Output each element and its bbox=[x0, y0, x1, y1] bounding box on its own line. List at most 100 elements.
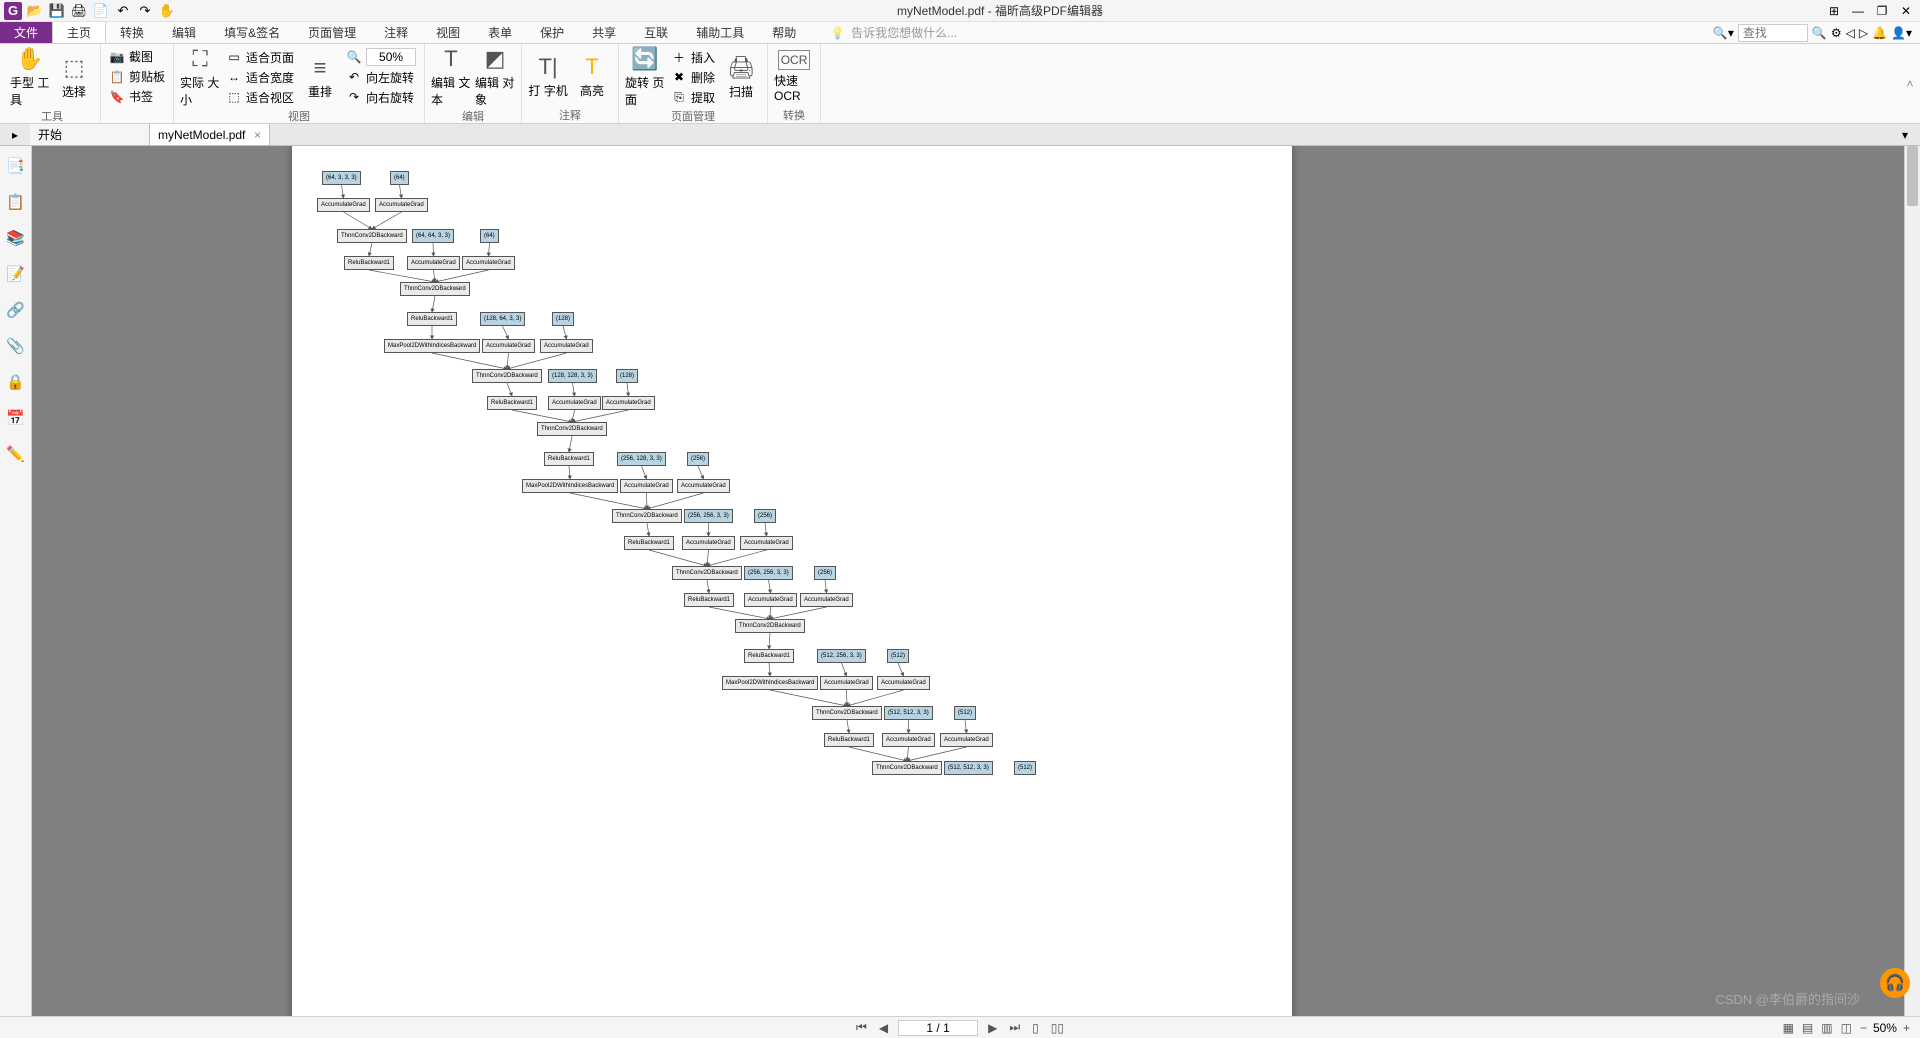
last-page-button[interactable]: ⏭ bbox=[1007, 1020, 1022, 1035]
print-button[interactable]: 🖨 bbox=[70, 2, 88, 20]
pages-panel-icon[interactable]: 📑 bbox=[4, 154, 28, 178]
tab-help[interactable]: 帮助 bbox=[758, 22, 810, 43]
bookmarks-panel-icon[interactable]: 📋 bbox=[4, 190, 28, 214]
op-node: AccumulateGrad bbox=[677, 479, 730, 493]
close-tab-icon[interactable]: × bbox=[254, 128, 261, 142]
reflow-button[interactable]: ≡重排 bbox=[300, 46, 340, 108]
fit-page-button[interactable]: ▭适合页面 bbox=[224, 47, 296, 67]
fit-visible-button[interactable]: ⬚适合视区 bbox=[224, 87, 296, 107]
vertical-scrollbar[interactable] bbox=[1904, 146, 1920, 1016]
collapse-ribbon-button[interactable]: ˄ bbox=[1900, 44, 1920, 123]
scrollbar-thumb[interactable] bbox=[1907, 146, 1918, 206]
view-mode-4-icon[interactable]: ◫ bbox=[1839, 1021, 1854, 1035]
sidepanel-toggle[interactable]: ▸ bbox=[0, 124, 30, 145]
ocr-button[interactable]: OCR快速 OCR bbox=[774, 46, 814, 107]
first-page-button[interactable]: ⏮ bbox=[854, 1020, 869, 1035]
view-mode-3-icon[interactable]: ▥ bbox=[1819, 1021, 1834, 1035]
redo-button[interactable]: ↷ bbox=[136, 2, 154, 20]
security-panel-icon[interactable]: 🔒 bbox=[4, 370, 28, 394]
tell-me-box[interactable]: 告诉我您想做什么... bbox=[810, 22, 1713, 43]
search-mode-icon[interactable]: 🔍▾ bbox=[1713, 26, 1734, 40]
tab-start[interactable]: 开始 bbox=[30, 124, 150, 145]
search-go-icon[interactable]: 🔍 bbox=[1812, 26, 1827, 40]
edit-object-button[interactable]: ◩编辑 对象 bbox=[475, 46, 515, 108]
settings-icon[interactable]: ⚙ bbox=[1831, 26, 1842, 40]
single-page-icon[interactable]: ▯ bbox=[1030, 1021, 1041, 1035]
hand-tool-button[interactable]: ✋手型 工具 bbox=[10, 46, 50, 108]
op-node: ReluBackward1 bbox=[544, 452, 594, 466]
tab-form[interactable]: 表单 bbox=[474, 22, 526, 43]
tab-protect[interactable]: 保护 bbox=[526, 22, 578, 43]
fields-panel-icon[interactable]: 📅 bbox=[4, 406, 28, 430]
delete-page-button[interactable]: ✖删除 bbox=[669, 67, 717, 87]
rotate-right-button[interactable]: ↷向右旋转 bbox=[344, 87, 418, 107]
user-icon[interactable]: 👤▾ bbox=[1891, 26, 1912, 40]
tab-edit[interactable]: 编辑 bbox=[158, 22, 210, 43]
tensor-node: (128) bbox=[616, 369, 638, 383]
view-mode-2-icon[interactable]: ▤ bbox=[1800, 1021, 1815, 1035]
scan-button[interactable]: 🖨扫描 bbox=[721, 46, 761, 108]
tab-home[interactable]: 主页 bbox=[52, 22, 106, 43]
edit-text-button[interactable]: T编辑 文本 bbox=[431, 46, 471, 108]
nav-back-icon[interactable]: ◁ bbox=[1846, 26, 1855, 40]
nav-fwd-icon[interactable]: ▷ bbox=[1859, 26, 1868, 40]
highlight-button[interactable]: T高亮 bbox=[572, 46, 612, 107]
tab-comment[interactable]: 注释 bbox=[370, 22, 422, 43]
next-page-button[interactable]: ▶ bbox=[986, 1021, 999, 1035]
undo-button[interactable]: ↶ bbox=[114, 2, 132, 20]
scroll-mode-toggle[interactable]: ▾ bbox=[1890, 124, 1920, 145]
links-panel-icon[interactable]: 🔗 bbox=[4, 298, 28, 322]
extract-page-button[interactable]: ⎘提取 bbox=[669, 87, 717, 107]
snapshot-button[interactable]: 📷截图 bbox=[107, 47, 167, 67]
support-fab-icon[interactable]: 🎧 bbox=[1880, 968, 1910, 998]
op-node: ThnnConv2DBackward bbox=[872, 761, 942, 775]
insert-page-button[interactable]: ＋插入 bbox=[669, 47, 717, 67]
actual-size-button[interactable]: ⛶实际 大小 bbox=[180, 46, 220, 108]
tab-share[interactable]: 共享 bbox=[578, 22, 630, 43]
tab-file[interactable]: 文件 bbox=[0, 22, 52, 43]
rotate-left-button[interactable]: ↶向左旋转 bbox=[344, 67, 418, 87]
fit-width-button[interactable]: ↔适合宽度 bbox=[224, 67, 296, 87]
tab-accessibility[interactable]: 辅助工具 bbox=[682, 22, 758, 43]
rotate-page-button[interactable]: 🔄旋转 页面 bbox=[625, 46, 665, 108]
bookmark-button[interactable]: 🔖书签 bbox=[107, 87, 167, 107]
tensor-node: (256) bbox=[687, 452, 709, 466]
zoom-out-status-button[interactable]: − bbox=[1858, 1021, 1869, 1035]
select-tool-button[interactable]: ⬚选择 bbox=[54, 46, 94, 108]
comments-panel-icon[interactable]: 📝 bbox=[4, 262, 28, 286]
tab-connect[interactable]: 互联 bbox=[630, 22, 682, 43]
tab-fill-sign[interactable]: 填写&签名 bbox=[210, 22, 294, 43]
continuous-page-icon[interactable]: ▯▯ bbox=[1049, 1021, 1066, 1035]
quick-access-toolbar: G 📂 💾 🖨 📄 ↶ ↷ ✋ myNetModel.pdf - 福昕高级PDF… bbox=[0, 0, 1920, 22]
clipboard-button[interactable]: 📋剪贴板 bbox=[107, 67, 167, 87]
minimize-button[interactable]: — bbox=[1848, 4, 1868, 18]
tab-view[interactable]: 视图 bbox=[422, 22, 474, 43]
document-canvas[interactable]: (64, 3, 3, 3)(64)AccumulateGradAccumulat… bbox=[32, 146, 1920, 1016]
tab-organize[interactable]: 页面管理 bbox=[294, 22, 370, 43]
tab-convert[interactable]: 转换 bbox=[106, 22, 158, 43]
save-button[interactable]: 💾 bbox=[48, 2, 66, 20]
zoom-in-status-button[interactable]: + bbox=[1901, 1021, 1912, 1035]
close-button[interactable]: ✕ bbox=[1896, 4, 1916, 18]
bell-icon[interactable]: 🔔 bbox=[1872, 26, 1887, 40]
tensor-node: (128) bbox=[552, 312, 574, 326]
maximize-button[interactable]: ❐ bbox=[1872, 4, 1892, 18]
zoom-input[interactable] bbox=[366, 48, 416, 66]
typewriter-button[interactable]: T|打 字机 bbox=[528, 46, 568, 107]
op-node: AccumulateGrad bbox=[744, 593, 797, 607]
ribbon-opts-icon[interactable]: ⊞ bbox=[1824, 4, 1844, 18]
layers-panel-icon[interactable]: 📚 bbox=[4, 226, 28, 250]
window-title: myNetModel.pdf - 福昕高级PDF编辑器 bbox=[180, 2, 1820, 19]
page-number-input[interactable] bbox=[898, 1020, 978, 1036]
signatures-panel-icon[interactable]: ✏️ bbox=[4, 442, 28, 466]
prev-page-button[interactable]: ◀ bbox=[877, 1021, 890, 1035]
new-doc-button[interactable]: 📄 bbox=[92, 2, 110, 20]
tab-document[interactable]: myNetModel.pdf× bbox=[150, 124, 270, 145]
open-button[interactable]: 📂 bbox=[26, 2, 44, 20]
search-input[interactable] bbox=[1738, 24, 1808, 42]
hand-qat-button[interactable]: ✋ bbox=[158, 2, 176, 20]
view-mode-1-icon[interactable]: ▦ bbox=[1781, 1021, 1796, 1035]
op-node: ReluBackward1 bbox=[487, 396, 537, 410]
attachments-panel-icon[interactable]: 📎 bbox=[4, 334, 28, 358]
zoom-out-icon[interactable]: 🔍 bbox=[346, 50, 362, 64]
